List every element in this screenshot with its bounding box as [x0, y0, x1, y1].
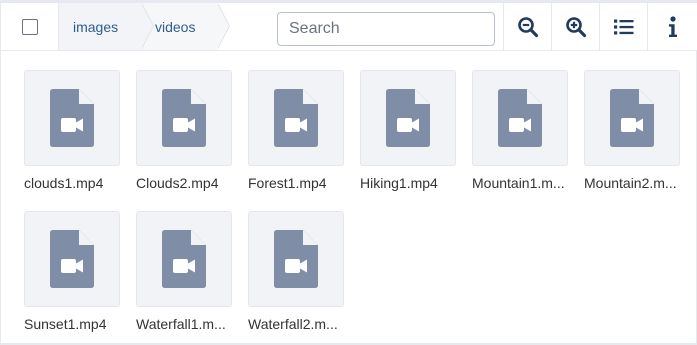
- video-file-icon: [50, 230, 94, 288]
- file-thumbnail[interactable]: [248, 211, 344, 307]
- file-name: Forest1.mp4: [248, 175, 327, 191]
- file-name: clouds1.mp4: [24, 175, 104, 191]
- video-file-icon: [162, 89, 206, 147]
- zoom-out-button[interactable]: [503, 3, 552, 50]
- breadcrumb: images videos: [59, 3, 230, 50]
- video-file-icon: [386, 89, 430, 147]
- video-file-icon: [50, 89, 94, 147]
- file-item[interactable]: Hiking1.mp4: [360, 70, 468, 200]
- file-name: Mountain1.m...: [472, 175, 565, 191]
- search-input[interactable]: [277, 12, 495, 46]
- file-thumbnail[interactable]: [584, 70, 680, 166]
- file-name: Sunset1.mp4: [24, 316, 107, 332]
- video-file-icon: [610, 89, 654, 147]
- file-item[interactable]: Mountain2.m...: [584, 70, 692, 200]
- file-item[interactable]: Waterfall1.m...: [136, 211, 244, 341]
- file-thumbnail[interactable]: [24, 211, 120, 307]
- video-file-icon: [274, 89, 318, 147]
- file-item[interactable]: Forest1.mp4: [248, 70, 356, 200]
- file-thumbnail[interactable]: [136, 211, 232, 307]
- file-thumbnail[interactable]: [360, 70, 456, 166]
- file-name: Mountain2.m...: [584, 175, 677, 191]
- file-item[interactable]: Sunset1.mp4: [24, 211, 132, 341]
- breadcrumb-label: videos: [155, 18, 196, 35]
- toolbar: images videos: [1, 3, 697, 51]
- list-view-icon: [614, 19, 634, 34]
- breadcrumb-item-images[interactable]: images: [59, 3, 154, 50]
- info-icon: [668, 15, 677, 37]
- list-view-button[interactable]: [599, 3, 648, 50]
- file-name: Clouds2.mp4: [136, 175, 219, 191]
- info-button[interactable]: [647, 3, 697, 50]
- zoom-out-icon: [518, 16, 539, 37]
- breadcrumb-label: images: [73, 18, 119, 35]
- file-item[interactable]: Mountain1.m...: [472, 70, 580, 200]
- file-grid: clouds1.mp4 Clouds2.mp4 Forest1.mp4 Hiking1…: [1, 51, 696, 345]
- video-file-icon: [274, 230, 318, 288]
- file-thumbnail[interactable]: [248, 70, 344, 166]
- select-all[interactable]: [1, 3, 59, 50]
- file-manager: images videos Search clouds1.mp4 Clouds2…: [0, 0, 697, 345]
- file-item[interactable]: Waterfall2.m...: [248, 211, 356, 341]
- file-thumbnail[interactable]: [24, 70, 120, 166]
- zoom-in-icon: [566, 16, 587, 37]
- file-thumbnail[interactable]: [472, 70, 568, 166]
- video-file-icon: [162, 230, 206, 288]
- file-item[interactable]: Clouds2.mp4: [136, 70, 244, 200]
- file-name: Hiking1.mp4: [360, 175, 438, 191]
- file-name: Waterfall1.m...: [136, 316, 226, 332]
- zoom-in-button[interactable]: [551, 3, 600, 50]
- select-all-checkbox[interactable]: [21, 18, 38, 35]
- video-file-icon: [498, 89, 542, 147]
- file-item[interactable]: clouds1.mp4: [24, 70, 132, 200]
- file-name: Waterfall2.m...: [248, 316, 338, 332]
- file-thumbnail[interactable]: [136, 70, 232, 166]
